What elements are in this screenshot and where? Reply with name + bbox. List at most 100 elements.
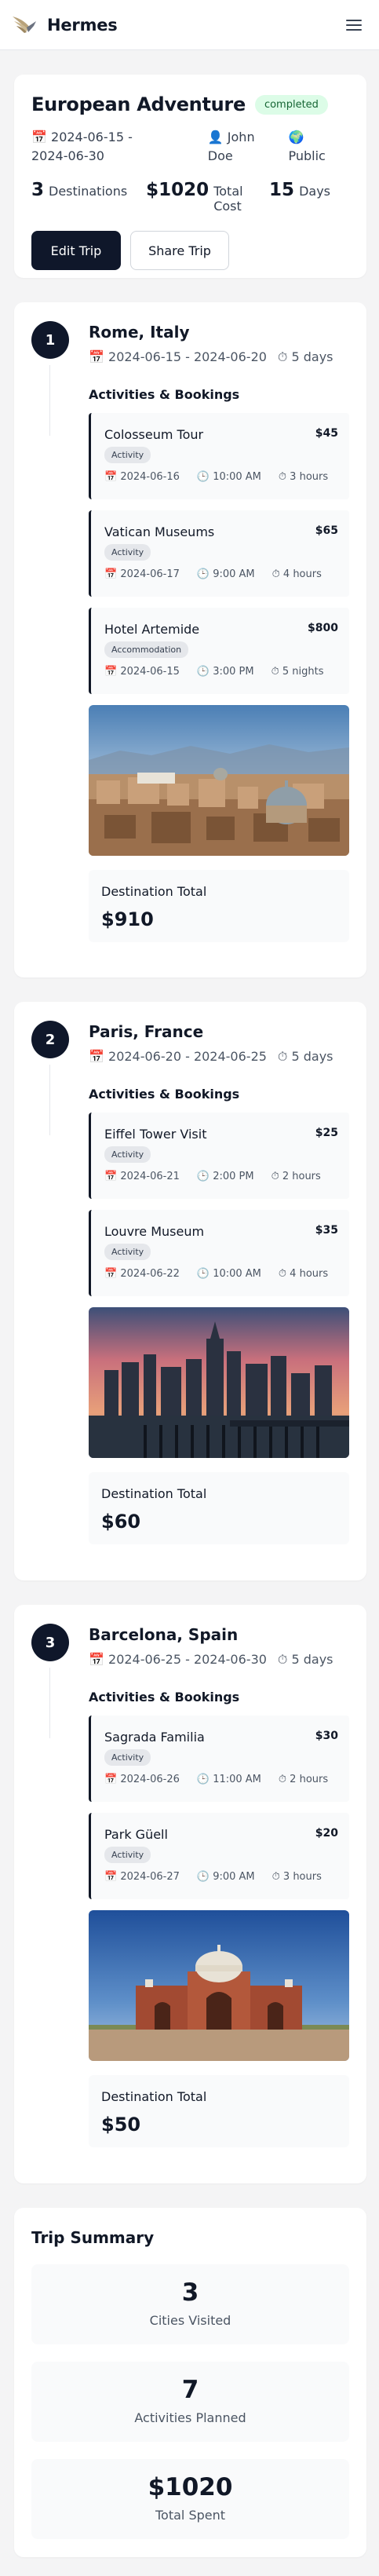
destination-name: Rome, Italy bbox=[89, 323, 190, 342]
booking-time: 🕒 10:00 AM bbox=[196, 471, 261, 483]
destination-total-value: $60 bbox=[101, 1511, 141, 1533]
booking-price: $20 bbox=[315, 1827, 338, 1840]
days-count: 15 bbox=[269, 180, 295, 200]
booking-item[interactable]: Sagrada Familia $30 Activity 📅 2024-06-2… bbox=[89, 1716, 349, 1802]
hamburger-menu-icon[interactable] bbox=[346, 19, 362, 31]
edit-trip-button[interactable]: Edit Trip bbox=[31, 231, 121, 270]
booking-price: $35 bbox=[315, 1224, 338, 1237]
booking-date: 📅 2024-06-15 bbox=[104, 666, 180, 678]
destination-dates: 📅 2024-06-20 - 2024-06-25 bbox=[89, 1049, 267, 1064]
brand[interactable]: Hermes bbox=[11, 13, 118, 37]
destination-card-paris: 2 Paris, France 📅 2024-06-20 - 2024-06-2… bbox=[14, 1002, 366, 1580]
booking-date: 📅 2024-06-17 bbox=[104, 568, 180, 580]
booking-time: 🕒 3:00 PM bbox=[196, 666, 254, 678]
activities-heading: Activities & Bookings bbox=[89, 1087, 240, 1102]
summary-stat-activities: 7 Activities Planned bbox=[31, 2362, 349, 2442]
booking-price: $30 bbox=[315, 1730, 338, 1742]
booking-title: Louvre Museum bbox=[104, 1224, 205, 1239]
trip-owner-line1: 👤 John bbox=[207, 130, 255, 144]
trip-overview-card: European Adventure completed 📅 2024-06-1… bbox=[14, 75, 366, 278]
booking-duration: ⏱ 5 nights bbox=[271, 666, 324, 678]
destinations-label: Destinations bbox=[49, 184, 128, 199]
booking-price: $65 bbox=[315, 524, 338, 537]
booking-date: 📅 2024-06-26 bbox=[104, 1774, 180, 1785]
summary-stat-cities: 3 Cities Visited bbox=[31, 2264, 349, 2344]
booking-title: Colosseum Tour bbox=[104, 427, 204, 442]
winged-logo-icon bbox=[13, 16, 36, 33]
booking-type-badge: Activity bbox=[104, 544, 151, 561]
trip-title: European Adventure bbox=[31, 93, 246, 115]
booking-price: $45 bbox=[315, 427, 338, 440]
timeline-line bbox=[49, 365, 50, 436]
trip-meta: 📅 2024-06-15 - 2024-06-30 👤 John Doe 🌍 P… bbox=[31, 128, 349, 166]
booking-type-badge: Activity bbox=[104, 1847, 151, 1863]
booking-item[interactable]: Hotel Artemide $800 Accommodation 📅 2024… bbox=[89, 608, 349, 694]
destination-photo-paris bbox=[89, 1307, 349, 1458]
booking-date: 📅 2024-06-21 bbox=[104, 1171, 180, 1182]
booking-type-badge: Accommodation bbox=[104, 641, 189, 658]
summary-stat-spent: $1020 Total Spent bbox=[31, 2459, 349, 2539]
timeline-line bbox=[49, 1668, 50, 1738]
destination-photo-rome bbox=[89, 705, 349, 856]
summary-stat-label: Total Spent bbox=[155, 2508, 226, 2523]
trip-visibility: 🌍 Public bbox=[288, 128, 349, 166]
destination-dates: 📅 2024-06-15 - 2024-06-20 bbox=[89, 349, 267, 364]
destination-card-barcelona: 3 Barcelona, Spain 📅 2024-06-25 - 2024-0… bbox=[14, 1605, 366, 2183]
activities-heading: Activities & Bookings bbox=[89, 387, 240, 402]
timeline-line bbox=[49, 1065, 50, 1135]
top-nav-bar: Hermes bbox=[0, 0, 379, 50]
booking-time: 🕒 10:00 AM bbox=[196, 1268, 261, 1280]
summary-stat-label: Cities Visited bbox=[149, 2313, 231, 2328]
booking-item[interactable]: Louvre Museum $35 Activity 📅 2024-06-22 … bbox=[89, 1210, 349, 1296]
booking-title: Park Güell bbox=[104, 1827, 168, 1842]
trip-dates-line1: 📅 2024-06-15 - bbox=[31, 130, 133, 144]
destination-total-label: Destination Total bbox=[101, 1486, 207, 1501]
destination-duration: ⏱ 5 days bbox=[277, 1652, 333, 1667]
status-badge: completed bbox=[254, 94, 328, 115]
destination-total-value: $50 bbox=[101, 2114, 141, 2136]
trip-visibility-label: Public bbox=[288, 148, 326, 163]
destination-photo-barcelona bbox=[89, 1910, 349, 2061]
booking-price: $800 bbox=[308, 622, 338, 634]
destination-total: Destination Total $50 bbox=[89, 2075, 349, 2147]
booking-type-badge: Activity bbox=[104, 1244, 151, 1260]
total-cost-value: $1020 bbox=[146, 180, 210, 200]
trip-owner: 👤 John Doe bbox=[208, 128, 289, 166]
booking-time: 🕒 9:00 AM bbox=[196, 568, 255, 580]
booking-date: 📅 2024-06-22 bbox=[104, 1268, 180, 1280]
trip-dates-line2: 2024-06-30 bbox=[31, 148, 104, 163]
trip-summary-title: Trip Summary bbox=[31, 2228, 155, 2247]
booking-title: Sagrada Familia bbox=[104, 1730, 205, 1745]
booking-duration: ⏱ 4 hours bbox=[271, 568, 322, 580]
booking-item[interactable]: Eiffel Tower Visit $25 Activity 📅 2024-0… bbox=[89, 1113, 349, 1199]
summary-stat-label: Activities Planned bbox=[134, 2410, 246, 2425]
destination-total-label: Destination Total bbox=[101, 884, 207, 899]
trip-stats: 3 Destinations $1020 Total Cost 15 Days bbox=[31, 180, 349, 214]
destination-duration: ⏱ 5 days bbox=[277, 349, 333, 364]
destination-name: Paris, France bbox=[89, 1022, 204, 1041]
destination-number: 1 bbox=[31, 321, 69, 359]
destination-total: Destination Total $910 bbox=[89, 870, 349, 942]
summary-stat-value: 3 bbox=[181, 2278, 199, 2307]
booking-item[interactable]: Vatican Museums $65 Activity 📅 2024-06-1… bbox=[89, 510, 349, 597]
booking-time: 🕒 2:00 PM bbox=[196, 1171, 254, 1182]
share-trip-button[interactable]: Share Trip bbox=[130, 231, 229, 270]
trip-dates: 📅 2024-06-15 - 2024-06-30 bbox=[31, 128, 208, 166]
summary-stat-value: $1020 bbox=[148, 2473, 233, 2501]
booking-duration: ⏱ 2 hours bbox=[271, 1171, 321, 1182]
booking-item[interactable]: Colosseum Tour $45 Activity 📅 2024-06-16… bbox=[89, 413, 349, 499]
destination-card-rome: 1 Rome, Italy 📅 2024-06-15 - 2024-06-20 … bbox=[14, 302, 366, 977]
booking-duration: ⏱ 2 hours bbox=[278, 1774, 329, 1785]
booking-item[interactable]: Park Güell $20 Activity 📅 2024-06-27 🕒 9… bbox=[89, 1813, 349, 1899]
booking-duration: ⏱ 3 hours bbox=[271, 1871, 322, 1883]
booking-time: 🕒 9:00 AM bbox=[196, 1871, 255, 1883]
booking-date: 📅 2024-06-16 bbox=[104, 471, 180, 483]
booking-title: Vatican Museums bbox=[104, 524, 215, 539]
booking-type-badge: Activity bbox=[104, 447, 151, 463]
brand-name: Hermes bbox=[47, 15, 118, 35]
booking-title: Eiffel Tower Visit bbox=[104, 1127, 207, 1142]
destination-duration: ⏱ 5 days bbox=[277, 1049, 333, 1064]
total-cost-label: Total Cost bbox=[213, 184, 243, 214]
trip-summary-card: Trip Summary 3 Cities Visited 7 Activiti… bbox=[14, 2208, 366, 2557]
destination-total-label: Destination Total bbox=[101, 2089, 207, 2104]
